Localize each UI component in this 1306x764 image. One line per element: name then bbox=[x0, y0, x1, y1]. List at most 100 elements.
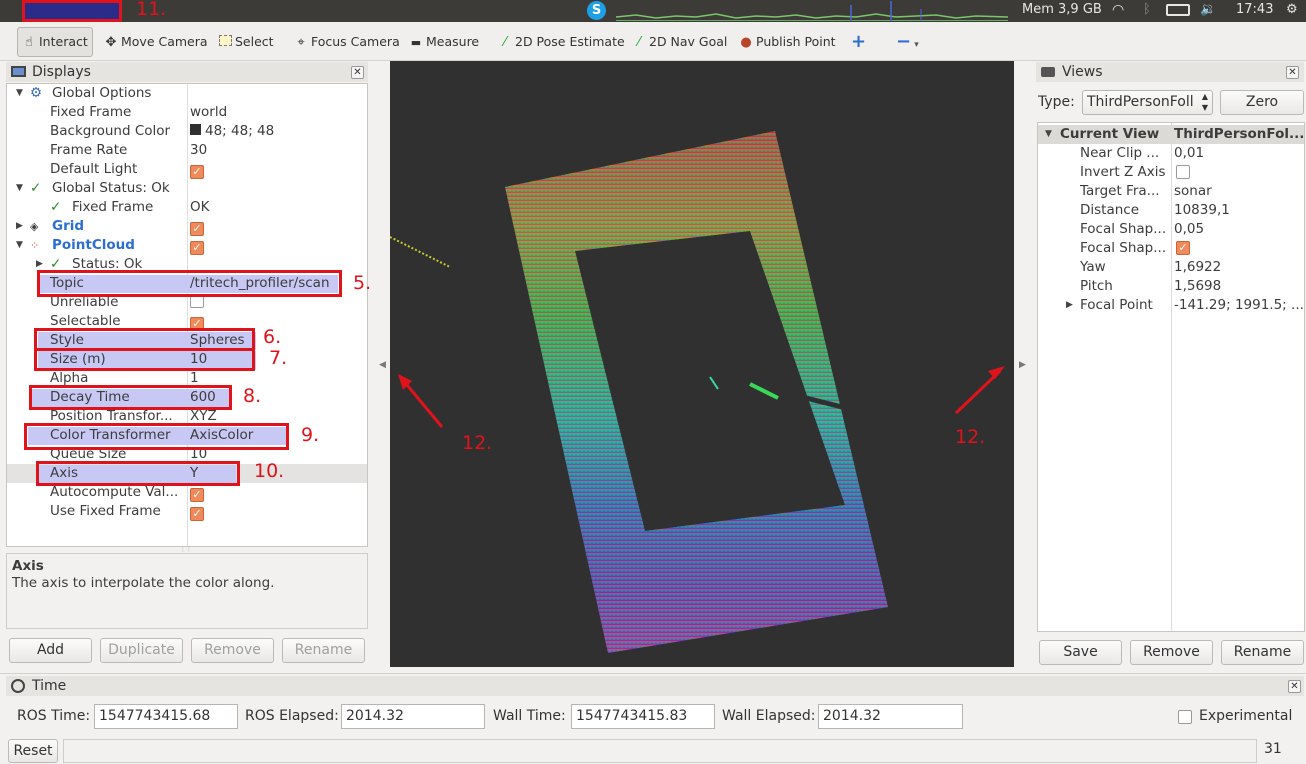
close-icon[interactable]: ✕ bbox=[1286, 66, 1299, 79]
annotation-box-11 bbox=[22, 0, 122, 22]
tree-row-default-light[interactable]: Default Light ✓ bbox=[8, 160, 366, 179]
battery-icon[interactable] bbox=[1166, 4, 1190, 16]
remove-view-button[interactable]: Remove bbox=[1130, 640, 1213, 665]
zero-button[interactable]: Zero bbox=[1220, 90, 1304, 115]
rename-button[interactable]: Rename bbox=[282, 638, 365, 663]
interact-tool[interactable]: ☝ Interact bbox=[17, 27, 93, 57]
tree-row-frame-rate[interactable]: Frame Rate 30 bbox=[8, 141, 366, 160]
hand-icon: ☝ bbox=[25, 35, 33, 50]
row-value[interactable]: 48; 48; 48 bbox=[190, 122, 274, 141]
row-value[interactable]: 0,01 bbox=[1174, 144, 1204, 163]
focus-camera-tool[interactable]: ⌖ Focus Camera bbox=[294, 30, 399, 54]
move-camera-tool[interactable]: ✥ Move Camera bbox=[104, 30, 208, 54]
expand-arrow-icon[interactable]: ▼ bbox=[1045, 125, 1052, 144]
view-row-focal-point[interactable]: ▶ Focal Point -141.29; 1991.5; ... bbox=[1038, 296, 1304, 315]
memory-indicator[interactable]: Mem 3,9 GB bbox=[1022, 0, 1102, 20]
ros-elapsed-field[interactable]: 2014.32 bbox=[341, 704, 485, 729]
view-type-select[interactable]: ThirdPersonFoll ▲ ▼ bbox=[1082, 90, 1213, 115]
view-row-pitch[interactable]: Pitch 1,5698 bbox=[1038, 277, 1304, 296]
tree-row-fixed-frame[interactable]: Fixed Frame world bbox=[8, 103, 366, 122]
checkbox[interactable] bbox=[1176, 165, 1190, 179]
expand-arrow-icon[interactable]: ▼ bbox=[16, 236, 23, 255]
bluetooth-icon[interactable]: ᛒ bbox=[1143, 0, 1151, 20]
views-header-row: ▼ Current View ThirdPersonFol... bbox=[1038, 125, 1304, 144]
tree-row-global-status[interactable]: ▼ ✓ Global Status: Ok bbox=[8, 179, 366, 198]
wifi-icon[interactable]: ◠ bbox=[1112, 0, 1124, 20]
checkbox[interactable]: ✓ bbox=[190, 507, 204, 521]
checkbox[interactable]: ✓ bbox=[190, 241, 204, 255]
view-row-yaw[interactable]: Yaw 1,6922 bbox=[1038, 258, 1304, 277]
gear-icon[interactable]: ⚙ bbox=[1286, 0, 1298, 20]
wall-time-label: Wall Time: bbox=[493, 708, 566, 724]
row-value[interactable]: 1,6922 bbox=[1174, 258, 1221, 277]
row-label: Fixed Frame bbox=[50, 104, 132, 120]
experimental-checkbox[interactable] bbox=[1178, 710, 1192, 724]
expand-arrow-icon[interactable]: ▶ bbox=[16, 217, 23, 236]
annotation-label-6: 6. bbox=[263, 326, 282, 348]
skype-icon[interactable]: S bbox=[587, 1, 606, 20]
render-viewport[interactable]: 12. 12. bbox=[390, 61, 1014, 667]
view-row-distance[interactable]: Distance 10839,1 bbox=[1038, 201, 1304, 220]
row-value[interactable]: 0,05 bbox=[1174, 220, 1204, 239]
pose-estimate-tool[interactable]: ⁄ 2D Pose Estimate bbox=[498, 30, 625, 54]
add-button[interactable]: Add bbox=[9, 638, 92, 663]
row-value[interactable]: sonar bbox=[1174, 182, 1212, 201]
clock[interactable]: 17:43 bbox=[1236, 0, 1273, 20]
publish-point-tool[interactable]: ● Publish Point bbox=[739, 30, 835, 54]
view-row-focal-shape-size[interactable]: Focal Shap... 0,05 bbox=[1038, 220, 1304, 239]
expand-arrow-icon[interactable]: ▶ bbox=[1066, 296, 1073, 315]
expand-arrow-icon[interactable]: ▼ bbox=[16, 84, 23, 103]
tree-row-global-options[interactable]: ▼ ⚙ Global Options bbox=[8, 84, 366, 103]
green-arrow-icon: ⁄ bbox=[503, 35, 507, 50]
nav-goal-tool[interactable]: ⁄ 2D Nav Goal bbox=[632, 30, 728, 54]
tree-row-use-fixed-frame[interactable]: Use Fixed Frame ✓ bbox=[8, 502, 366, 521]
current-view-value: ThirdPersonFol... bbox=[1174, 126, 1305, 142]
view-row-target-frame[interactable]: Target Fra... sonar bbox=[1038, 182, 1304, 201]
tree-row-fixed-frame-status[interactable]: ✓ Fixed Frame OK bbox=[8, 198, 366, 217]
row-value[interactable]: world bbox=[190, 103, 227, 122]
checkbox[interactable]: ✓ bbox=[1176, 241, 1190, 255]
row-label: Invert Z Axis bbox=[1080, 164, 1166, 180]
collapse-right-arrow[interactable]: ▶ bbox=[1019, 360, 1026, 370]
remove-tool-button[interactable]: − ▾ bbox=[896, 30, 919, 54]
annotation-label-9: 9. bbox=[301, 424, 320, 446]
remove-button[interactable]: Remove bbox=[191, 638, 274, 663]
tree-row-background-color[interactable]: Background Color 48; 48; 48 bbox=[8, 122, 366, 141]
rename-view-button[interactable]: Rename bbox=[1221, 640, 1304, 665]
reset-button[interactable]: Reset bbox=[8, 739, 58, 763]
row-value[interactable]: 1,5698 bbox=[1174, 277, 1221, 296]
view-row-near-clip[interactable]: Near Clip ... 0,01 bbox=[1038, 144, 1304, 163]
tool-bar: ☝ Interact ✥ Move Camera Select ⌖ Focus Cam… bbox=[0, 22, 1306, 61]
tree-row-pointcloud[interactable]: ▼ ⁘ PointCloud ✓ bbox=[8, 236, 366, 255]
green-arrow-icon: ⁄ bbox=[637, 35, 641, 50]
close-icon[interactable]: ✕ bbox=[1288, 680, 1301, 693]
grid-icon: ◈ bbox=[30, 220, 39, 233]
annotation-box-9 bbox=[24, 423, 289, 450]
row-value[interactable]: -141.29; 1991.5; ... bbox=[1174, 296, 1304, 315]
checkbox[interactable]: ✓ bbox=[190, 165, 204, 179]
expand-arrow-icon[interactable]: ▼ bbox=[16, 179, 23, 198]
displays-title: Displays bbox=[32, 64, 91, 80]
tree-row-grid[interactable]: ▶ ◈ Grid ✓ bbox=[8, 217, 366, 236]
map-pin-icon: ● bbox=[740, 35, 752, 50]
annotation-box-7 bbox=[34, 348, 255, 371]
row-value[interactable]: 30 bbox=[190, 141, 207, 160]
measure-tool[interactable]: ▬ Measure bbox=[409, 30, 479, 54]
close-icon[interactable]: ✕ bbox=[351, 66, 364, 79]
checkbox[interactable]: ✓ bbox=[190, 488, 204, 502]
row-value[interactable]: 10839,1 bbox=[1174, 201, 1230, 220]
view-row-invert-z[interactable]: Invert Z Axis bbox=[1038, 163, 1304, 182]
checkbox[interactable]: ✓ bbox=[190, 222, 204, 236]
wall-time-field[interactable]: 1547743415.83 bbox=[571, 704, 715, 729]
volume-icon[interactable]: 🔉 bbox=[1200, 0, 1216, 20]
duplicate-button[interactable]: Duplicate bbox=[100, 638, 183, 663]
wall-elapsed-field[interactable]: 2014.32 bbox=[818, 704, 963, 729]
collapse-left-arrow[interactable]: ◀ bbox=[379, 360, 386, 370]
splitter-handle[interactable]: ⋮⋮ bbox=[180, 546, 192, 553]
view-row-focal-shape-fixed[interactable]: Focal Shap... ✓ bbox=[1038, 239, 1304, 258]
select-tool[interactable]: Select bbox=[219, 30, 274, 54]
add-tool-button[interactable]: + bbox=[851, 30, 866, 54]
save-view-button[interactable]: Save bbox=[1039, 640, 1122, 665]
ros-time-field[interactable]: 1547743415.68 bbox=[94, 704, 238, 729]
displays-header: Displays ✕ bbox=[6, 62, 368, 82]
